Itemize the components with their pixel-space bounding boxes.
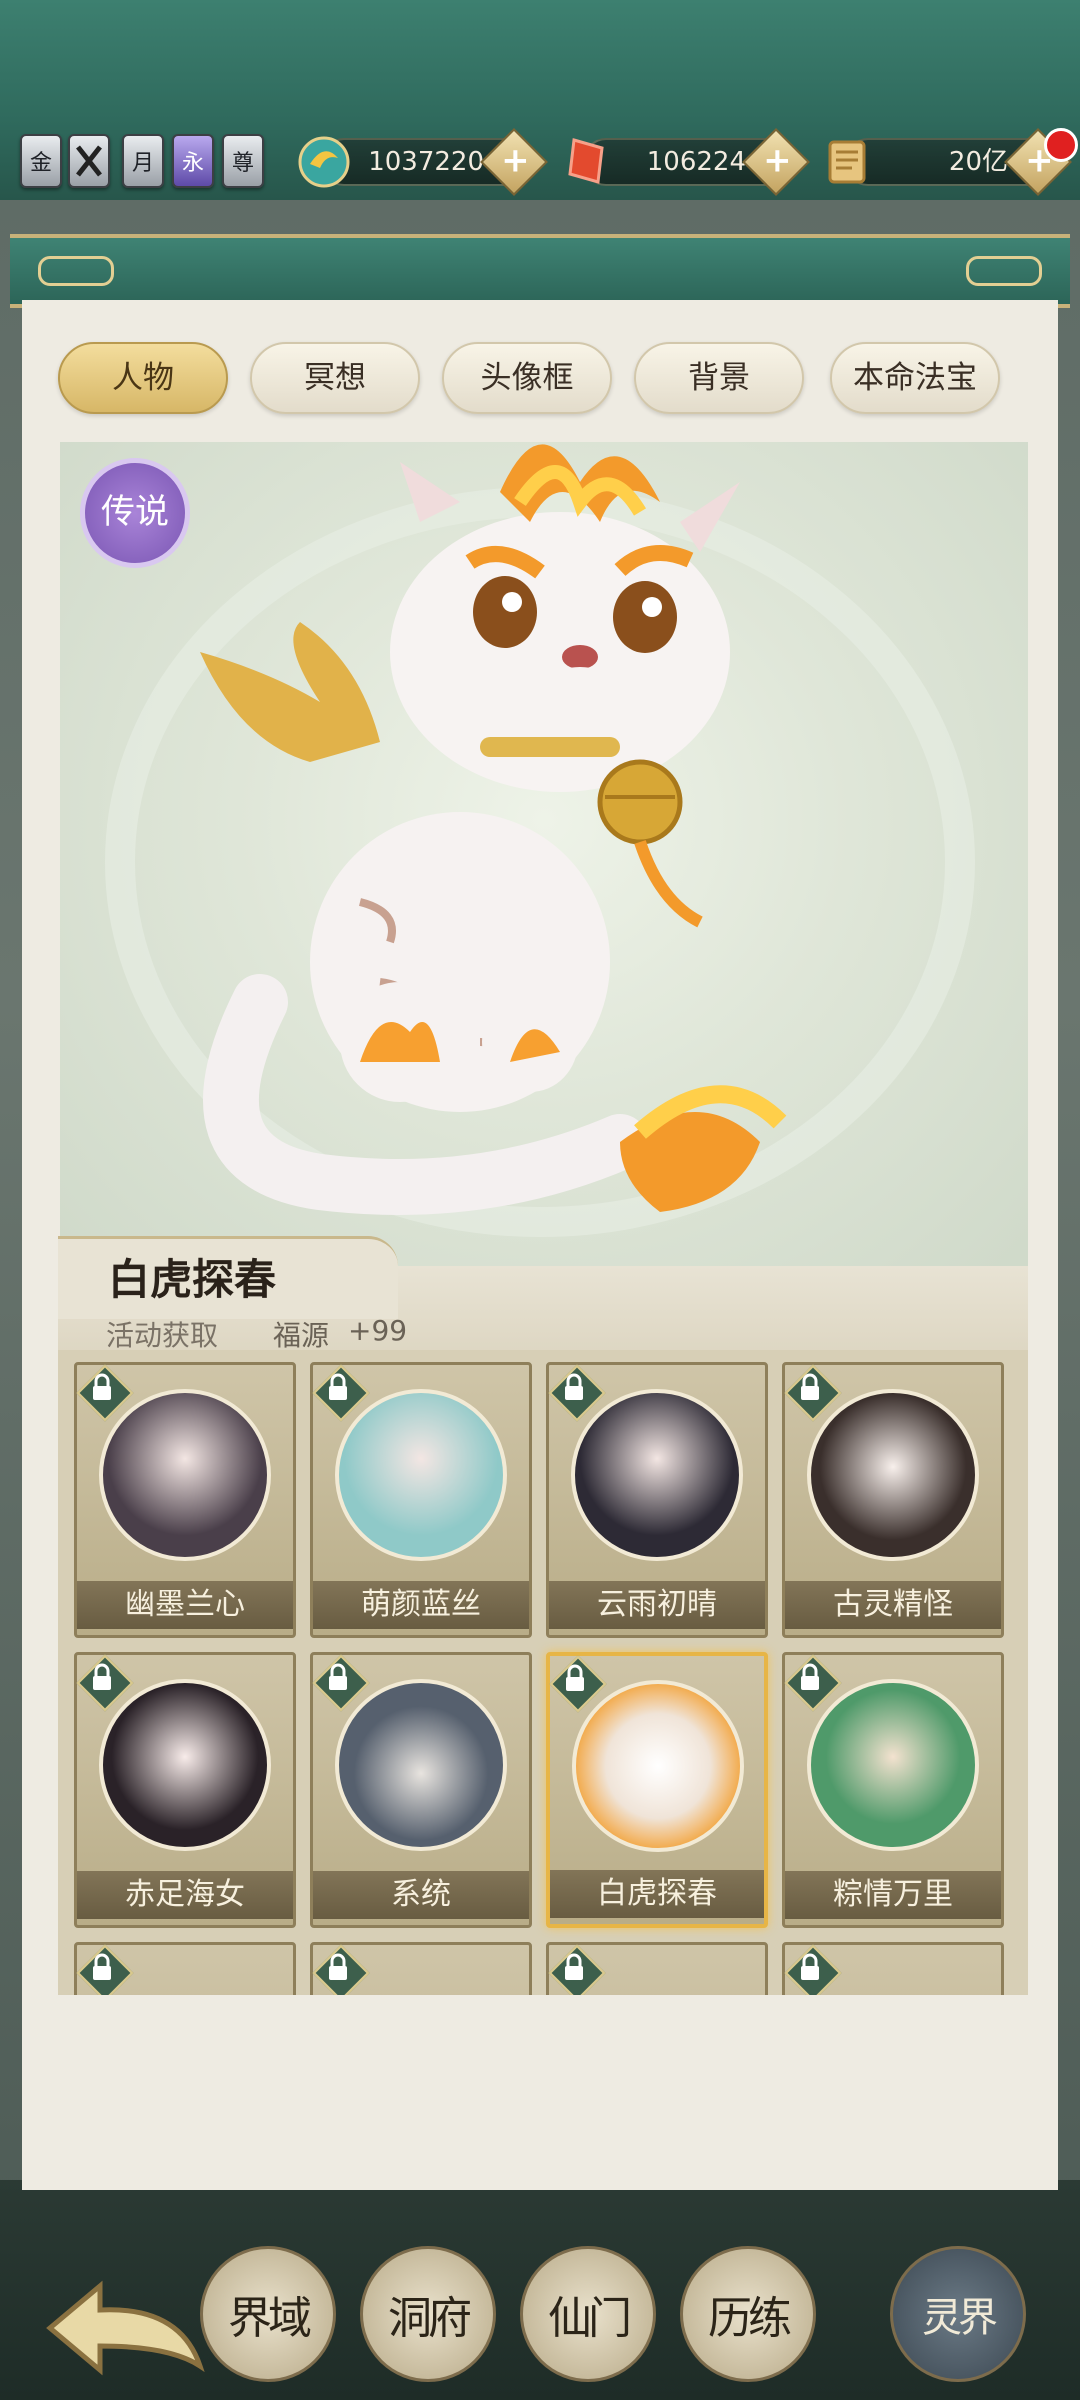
tab-character[interactable]: 人物 — [58, 342, 228, 414]
character-preview: 传说 — [60, 442, 1028, 1282]
rarity-badge: 传说 — [80, 458, 190, 568]
lock-icon — [93, 1953, 111, 1980]
lock-icon — [93, 1373, 111, 1400]
scroll-value: 20亿 — [948, 147, 1008, 177]
character-portrait — [572, 1680, 744, 1852]
character-portrait — [571, 1389, 743, 1561]
lock-icon — [329, 1953, 347, 1980]
character-card-name: 萌颜蓝丝 — [313, 1581, 529, 1629]
scroll-icon — [828, 140, 866, 184]
character-card-name: 古灵精怪 — [785, 1581, 1001, 1629]
spirit-stone-counter: 1037220 + — [298, 128, 548, 196]
lock-icon — [565, 1373, 583, 1400]
character-card-name: 白虎探春 — [550, 1870, 764, 1918]
add-red-gem-button[interactable]: + — [742, 128, 810, 196]
character-card-name: 粽情万里 — [785, 1871, 1001, 1919]
nav-immortal-sect[interactable]: 仙门 — [520, 2246, 656, 2382]
tab-meditation[interactable]: 冥想 — [250, 342, 420, 414]
character-card[interactable]: 粽情万里 — [782, 1652, 1004, 1928]
spirit-stone-icon — [298, 136, 350, 188]
character-card[interactable]: 赤足海女 — [74, 1652, 296, 1928]
lock-icon — [566, 1664, 584, 1691]
category-tabs: 人物 冥想 头像框 背景 本命法宝 — [58, 342, 1018, 418]
character-grid[interactable]: 幽墨兰心 萌颜蓝丝 云雨初晴 古灵精怪 赤足海女 系统 白虎探春 粽情万里 — [58, 1350, 1028, 1995]
character-card[interactable]: 古灵精怪 — [782, 1362, 1004, 1638]
character-name: 白虎探春 — [108, 1255, 277, 1304]
character-card-partial[interactable] — [74, 1942, 296, 1995]
character-card-name: 系统 — [313, 1871, 529, 1919]
name-plate: 白虎探春 活动获取 福源 +99 — [58, 1236, 1028, 1356]
character-card-partial[interactable] — [310, 1942, 532, 1995]
honor-badge-icon[interactable]: 尊 — [222, 134, 264, 188]
bonus-value: +99 — [348, 1314, 408, 1347]
character-card-name: 赤足海女 — [77, 1871, 293, 1919]
tab-background[interactable]: 背景 — [634, 342, 804, 414]
acquisition-source: 活动获取 — [106, 1319, 219, 1352]
tab-life-treasure[interactable]: 本命法宝 — [830, 342, 1000, 414]
character-portrait — [335, 1679, 507, 1851]
lock-icon — [329, 1373, 347, 1400]
white-tiger-illustration — [105, 444, 975, 1237]
lock-icon — [801, 1953, 819, 1980]
header-ornament-left — [38, 256, 114, 286]
character-card[interactable]: 云雨初晴 — [546, 1362, 768, 1638]
panel-header — [10, 234, 1070, 308]
red-gem-counter: 106224 + — [568, 128, 810, 196]
character-portrait — [99, 1389, 271, 1561]
eternal-badge-icon[interactable]: 永 — [172, 134, 214, 188]
character-card-name: 云雨初晴 — [549, 1581, 765, 1629]
lock-icon — [329, 1663, 347, 1690]
character-card-partial[interactable] — [546, 1942, 768, 1995]
character-portrait — [335, 1389, 507, 1561]
character-card-name: 幽墨兰心 — [77, 1581, 293, 1629]
tab-avatar-frame[interactable]: 头像框 — [442, 342, 612, 414]
resource-bar: 金 月 永 尊 1037220 + 106224 + 20亿 + — [0, 128, 1080, 198]
moon-badge-icon[interactable]: 月 — [122, 134, 164, 188]
nav-training[interactable]: 历练 — [680, 2246, 816, 2382]
nav-cave-mansion[interactable]: 洞府 — [360, 2246, 496, 2382]
character-card[interactable]: 幽墨兰心 — [74, 1362, 296, 1638]
scroll-counter: 20亿 + — [828, 128, 1072, 196]
cross-badge-icon[interactable] — [68, 134, 110, 188]
notification-dot — [1044, 128, 1078, 162]
character-card-selected[interactable]: 白虎探春 — [546, 1652, 768, 1928]
red-gem-value: 106224 — [646, 147, 746, 177]
character-card-partial[interactable] — [782, 1942, 1004, 1995]
character-card[interactable]: 萌颜蓝丝 — [310, 1362, 532, 1638]
character-portrait — [807, 1389, 979, 1561]
bottom-navigation: 界域 洞府 仙门 历练 灵界 — [0, 2236, 1080, 2400]
lock-icon — [93, 1663, 111, 1690]
spirit-stone-value: 1037220 — [368, 147, 484, 177]
add-spirit-stone-button[interactable]: + — [480, 128, 548, 196]
lock-icon — [801, 1663, 819, 1690]
character-portrait — [99, 1679, 271, 1851]
bonus-label: 福源 — [273, 1319, 330, 1352]
character-card[interactable]: 系统 — [310, 1652, 532, 1928]
nav-realm[interactable]: 界域 — [200, 2246, 336, 2382]
nav-spirit-world[interactable]: 灵界 — [890, 2246, 1026, 2382]
lock-icon — [801, 1373, 819, 1400]
red-gem-icon — [568, 138, 604, 184]
header-ornament-right — [966, 256, 1042, 286]
lock-icon — [565, 1953, 583, 1980]
gold-badge-icon[interactable]: 金 — [20, 134, 62, 188]
back-arrow-icon[interactable] — [30, 2266, 220, 2386]
character-portrait — [807, 1679, 979, 1851]
